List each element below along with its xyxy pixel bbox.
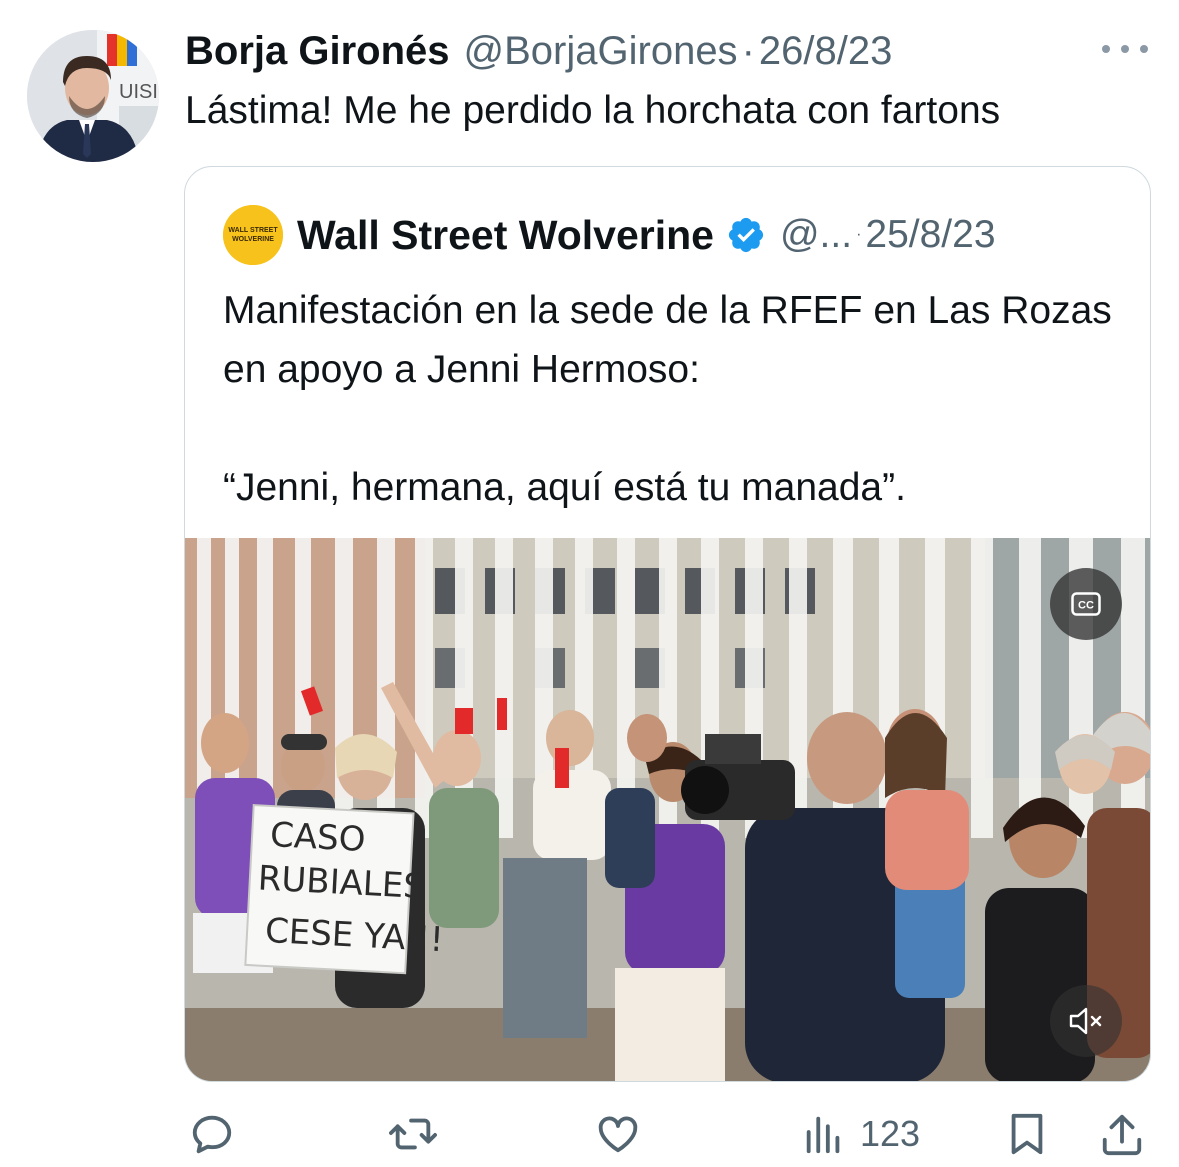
retweet-icon (389, 1118, 437, 1150)
closed-captions-icon: CC (1071, 592, 1101, 616)
views-chart-icon (806, 1116, 840, 1154)
separator-dot: · (741, 29, 755, 73)
cc-label: CC (1078, 600, 1094, 612)
quoted-tweet-card[interactable]: WALL STREET WOLVERINE Wall Street Wolver… (184, 166, 1151, 1082)
views-count: 123 (860, 1113, 921, 1154)
closed-captions-button[interactable]: CC (1050, 568, 1122, 640)
sign-line-1: CASO (269, 815, 366, 860)
verified-badge-icon (726, 215, 766, 255)
quoted-text-paragraph-2: “Jenni, hermana, aquí está tu manada”. (223, 466, 906, 509)
quoted-author-handle[interactable]: @... (780, 213, 852, 257)
avatar-photo: UISIT (27, 30, 159, 162)
embedded-video[interactable]: CASO RUBIALES CESE YA !! CC (185, 538, 1150, 1081)
bookmark-button[interactable] (1006, 1111, 1048, 1157)
quoted-author-name[interactable]: Wall Street Wolverine (297, 212, 714, 259)
retweet-button[interactable] (388, 1111, 438, 1157)
avatar-sign-text: UISIT (119, 81, 159, 103)
author-name[interactable]: Borja Gironés (185, 26, 450, 76)
more-options-icon[interactable] (1102, 34, 1148, 64)
quoted-tweet-text: Manifestación en la sede de la RFEF en L… (223, 281, 1123, 517)
tweet-text: Lástima! Me he perdido la horchata con f… (185, 89, 1001, 132)
logo-text-line2: WOLVERINE (232, 236, 274, 243)
quoted-text-paragraph-1: Manifestación en la sede de la RFEF en L… (223, 289, 1112, 391)
tweet-date[interactable]: 26/8/23 (759, 26, 892, 76)
quoted-separator-dot: · (856, 226, 862, 243)
tweet-header: Borja Gironés @BorjaGirones · 26/8/23 (185, 26, 892, 76)
reply-button[interactable] (189, 1111, 235, 1157)
quoted-tweet-date[interactable]: 25/8/23 (865, 213, 995, 257)
reply-icon (192, 1115, 232, 1154)
share-icon (1102, 1114, 1142, 1156)
mute-button[interactable] (1050, 985, 1122, 1057)
quoted-author-logo[interactable]: WALL STREET WOLVERINE (223, 205, 283, 265)
heart-icon (598, 1116, 638, 1153)
share-button[interactable] (1100, 1111, 1144, 1157)
views-button[interactable]: 123 (802, 1111, 920, 1157)
logo-text-line1: WALL STREET (228, 227, 278, 234)
volume-muted-icon (1069, 1007, 1102, 1035)
bookmark-icon (1011, 1113, 1043, 1155)
author-handle[interactable]: @BorjaGirones (464, 26, 738, 76)
quoted-tweet-header: Wall Street Wolverine @... · 25/8/23 (297, 209, 996, 261)
action-bar: 123 (0, 1105, 1179, 1165)
author-avatar[interactable]: UISIT (27, 30, 159, 162)
video-frame: CASO RUBIALES CESE YA !! (185, 538, 1150, 1081)
like-button[interactable] (594, 1111, 642, 1157)
